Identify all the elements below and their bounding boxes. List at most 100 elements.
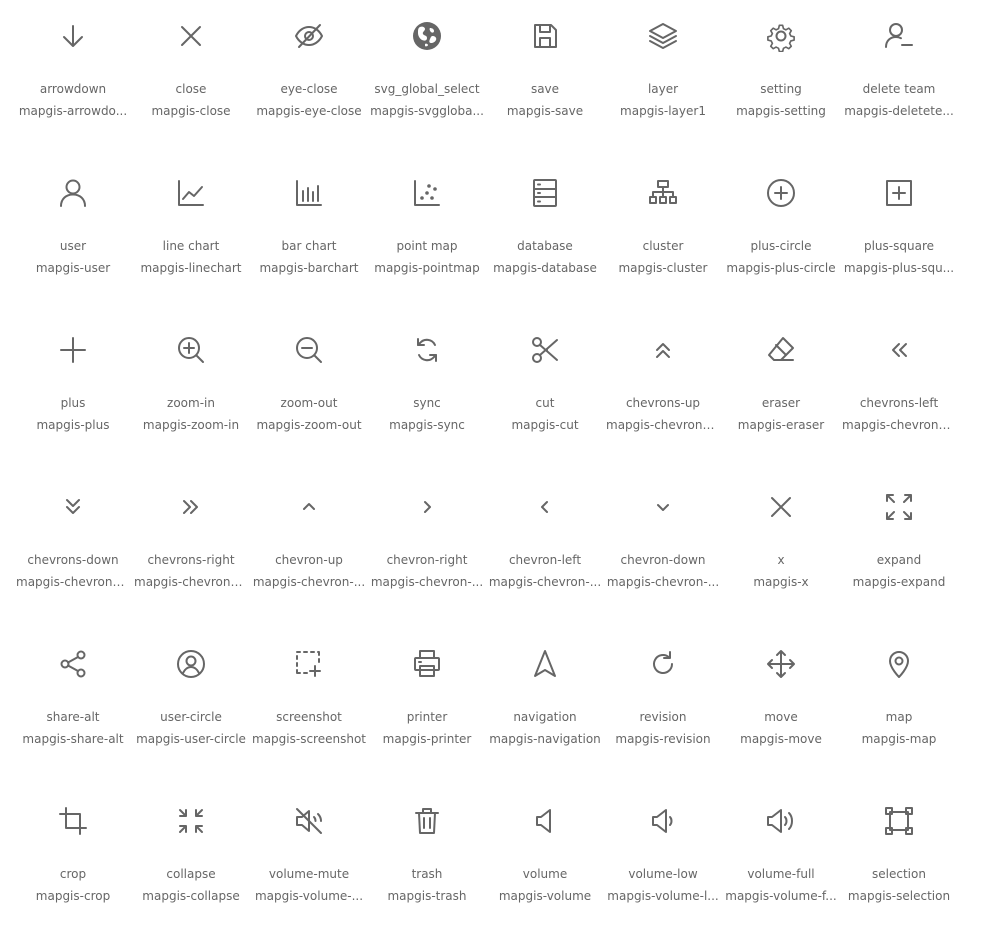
volume-low-icon xyxy=(647,805,679,837)
icon-card-cluster[interactable]: cluster mapgis-cluster xyxy=(604,157,722,314)
bar-chart-icon xyxy=(293,177,325,209)
gear-icon xyxy=(765,20,797,52)
crop-icon xyxy=(57,805,89,837)
icon-card-zoom-in[interactable]: zoom-in mapgis-zoom-in xyxy=(132,314,250,471)
icon-class-name: mapgis-save xyxy=(506,104,584,118)
icon-class-name: mapgis-volume-... xyxy=(254,889,364,903)
icon-card-chevron-down[interactable]: chevron-down mapgis-chevron-... xyxy=(604,471,722,628)
icon-card-chevron-up[interactable]: chevron-up mapgis-chevron-... xyxy=(250,471,368,628)
icon-class-name: mapgis-x xyxy=(753,575,809,589)
printer-icon xyxy=(411,648,443,680)
point-map-icon xyxy=(411,177,443,209)
icon-class-name: mapgis-chevron-... xyxy=(488,575,602,589)
icon-card-user[interactable]: user mapgis-user xyxy=(14,157,132,314)
icon-label: setting xyxy=(760,82,802,96)
icon-card-chevron-right[interactable]: chevron-right mapgis-chevron-... xyxy=(368,471,486,628)
icon-card-crop[interactable]: crop mapgis-crop xyxy=(14,785,132,942)
icon-card-plus[interactable]: plus mapgis-plus xyxy=(14,314,132,471)
icon-card-close[interactable]: close mapgis-close xyxy=(132,0,250,157)
eraser-icon xyxy=(765,334,797,366)
icon-card-save[interactable]: save mapgis-save xyxy=(486,0,604,157)
icon-class-name: mapgis-expand xyxy=(852,575,946,589)
chevrons-up-icon xyxy=(647,334,679,366)
icon-class-name: mapgis-navigation xyxy=(489,732,601,746)
icon-class-name: mapgis-selection xyxy=(847,889,951,903)
icon-card-volume-low[interactable]: volume-low mapgis-volume-l... xyxy=(604,785,722,942)
icon-card-x[interactable]: x mapgis-x xyxy=(722,471,840,628)
icon-card-chevrons-up[interactable]: chevrons-up mapgis-chevrons... xyxy=(604,314,722,471)
icon-card-trash[interactable]: trash mapgis-trash xyxy=(368,785,486,942)
icon-card-share[interactable]: share-alt mapgis-share-alt xyxy=(14,628,132,785)
icon-card-selection[interactable]: selection mapgis-selection xyxy=(840,785,958,942)
icon-label: chevrons-up xyxy=(625,396,701,410)
icon-card-map-pin[interactable]: map mapgis-map xyxy=(840,628,958,785)
icon-card-collapse[interactable]: collapse mapgis-collapse xyxy=(132,785,250,942)
icon-card-eraser[interactable]: eraser mapgis-eraser xyxy=(722,314,840,471)
icon-label: chevrons-down xyxy=(27,553,119,567)
icon-class-name: mapgis-plus xyxy=(36,418,110,432)
icon-card-plus-square[interactable]: plus-square mapgis-plus-squ... xyxy=(840,157,958,314)
icon-label: map xyxy=(885,710,913,724)
volume-full-icon xyxy=(765,805,797,837)
icon-label: x xyxy=(777,553,785,567)
icon-card-volume[interactable]: volume mapgis-volume xyxy=(486,785,604,942)
icon-card-globe[interactable]: svg_global_select mapgis-svggloba... xyxy=(368,0,486,157)
icon-label: crop xyxy=(59,867,87,881)
icon-card-eye-close[interactable]: eye-close mapgis-eye-close xyxy=(250,0,368,157)
icon-class-name: mapgis-chevrons... xyxy=(842,418,956,432)
icon-label: trash xyxy=(411,867,443,881)
icon-card-chevrons-right[interactable]: chevrons-right mapgis-chevrons... xyxy=(132,471,250,628)
icon-card-layer[interactable]: layer mapgis-layer1 xyxy=(604,0,722,157)
icon-card-sync[interactable]: sync mapgis-sync xyxy=(368,314,486,471)
icon-card-screenshot[interactable]: screenshot mapgis-screenshot xyxy=(250,628,368,785)
icon-class-name: mapgis-volume-l... xyxy=(607,889,719,903)
icon-card-revision[interactable]: revision mapgis-revision xyxy=(604,628,722,785)
icon-label: chevron-right xyxy=(386,553,468,567)
map-pin-icon xyxy=(883,648,915,680)
icon-card-move[interactable]: move mapgis-move xyxy=(722,628,840,785)
globe-icon xyxy=(411,20,443,52)
icon-card-expand[interactable]: expand mapgis-expand xyxy=(840,471,958,628)
icon-card-user-circle[interactable]: user-circle mapgis-user-circle xyxy=(132,628,250,785)
icon-label: share-alt xyxy=(46,710,100,724)
arrow-down-icon xyxy=(57,20,89,52)
expand-icon xyxy=(883,491,915,523)
icon-card-bar-chart[interactable]: bar chart mapgis-barchart xyxy=(250,157,368,314)
icon-grid: arrowdown mapgis-arrowdo... close mapgis-cl… xyxy=(0,0,984,917)
icon-class-name: mapgis-cluster xyxy=(618,261,708,275)
save-icon xyxy=(529,20,561,52)
icon-card-printer[interactable]: printer mapgis-printer xyxy=(368,628,486,785)
icon-card-arrow-down[interactable]: arrowdown mapgis-arrowdo... xyxy=(14,0,132,157)
icon-card-user-minus[interactable]: delete team mapgis-deletete... xyxy=(840,0,958,157)
icon-class-name: mapgis-printer xyxy=(382,732,472,746)
icon-card-gear[interactable]: setting mapgis-setting xyxy=(722,0,840,157)
icon-card-volume-mute[interactable]: volume-mute mapgis-volume-... xyxy=(250,785,368,942)
icon-card-chevrons-down[interactable]: chevrons-down mapgis-chevrons... xyxy=(14,471,132,628)
icon-card-plus-circle[interactable]: plus-circle mapgis-plus-circle xyxy=(722,157,840,314)
scissors-icon xyxy=(529,334,561,366)
icon-label: volume-full xyxy=(747,867,815,881)
icon-class-name: mapgis-eraser xyxy=(737,418,825,432)
icon-card-volume-full[interactable]: volume-full mapgis-volume-f... xyxy=(722,785,840,942)
icon-class-name: mapgis-crop xyxy=(35,889,111,903)
icon-card-point-map[interactable]: point map mapgis-pointmap xyxy=(368,157,486,314)
icon-card-chevrons-left[interactable]: chevrons-left mapgis-chevrons... xyxy=(840,314,958,471)
icon-class-name: mapgis-zoom-out xyxy=(256,418,362,432)
icon-label: delete team xyxy=(862,82,936,96)
icon-card-chevron-left[interactable]: chevron-left mapgis-chevron-... xyxy=(486,471,604,628)
icon-card-database[interactable]: database mapgis-database xyxy=(486,157,604,314)
icon-card-scissors[interactable]: cut mapgis-cut xyxy=(486,314,604,471)
icon-label: expand xyxy=(876,553,922,567)
icon-card-navigation[interactable]: navigation mapgis-navigation xyxy=(486,628,604,785)
navigation-icon xyxy=(529,648,561,680)
icon-label: line chart xyxy=(162,239,220,253)
chevrons-down-icon xyxy=(57,491,89,523)
icon-card-line-chart[interactable]: line chart mapgis-linechart xyxy=(132,157,250,314)
icon-card-zoom-out[interactable]: zoom-out mapgis-zoom-out xyxy=(250,314,368,471)
layer-icon xyxy=(647,20,679,52)
move-icon xyxy=(765,648,797,680)
icon-class-name: mapgis-linechart xyxy=(140,261,242,275)
icon-class-name: mapgis-layer1 xyxy=(620,104,706,118)
chevrons-left-icon xyxy=(883,334,915,366)
icon-class-name: mapgis-plus-squ... xyxy=(843,261,955,275)
